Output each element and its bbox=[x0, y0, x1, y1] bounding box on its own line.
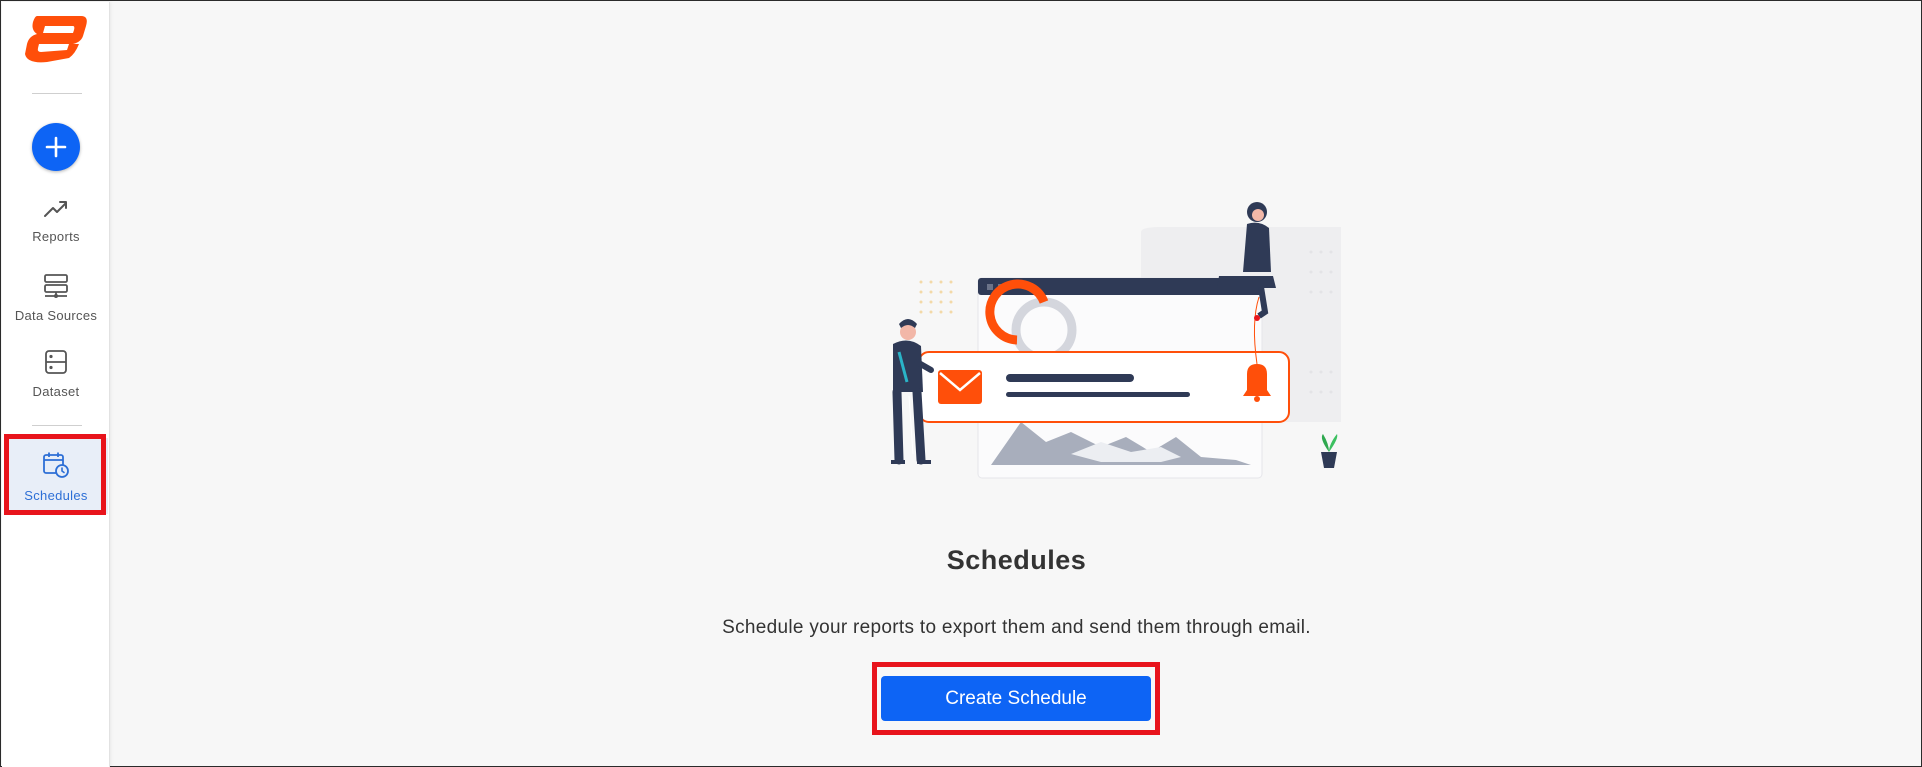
sidebar-item-label: Data Sources bbox=[14, 308, 98, 323]
create-schedule-button[interactable]: Create Schedule bbox=[881, 676, 1151, 721]
sidebar-item-label: Reports bbox=[32, 229, 80, 244]
sidebar-item-schedules[interactable]: Schedules bbox=[4, 438, 108, 514]
sidebar-divider bbox=[32, 425, 82, 426]
schedule-email-illustration bbox=[891, 202, 1341, 479]
dataset-icon bbox=[45, 350, 67, 374]
sidebar-item-dataset[interactable]: Dataset bbox=[4, 349, 108, 399]
trend-line-icon bbox=[44, 201, 67, 217]
app-window: Reports Data Sources Dataset Schedules S… bbox=[0, 0, 1922, 767]
plus-icon bbox=[45, 136, 67, 158]
page-title: Schedules bbox=[946, 545, 1087, 575]
sidebar: Reports Data Sources Dataset Schedules bbox=[2, 2, 110, 767]
add-button[interactable] bbox=[32, 123, 80, 171]
page-description: Schedule your reports to export them and… bbox=[722, 617, 1311, 638]
sidebar-item-label: Schedules bbox=[24, 488, 88, 503]
app-logo[interactable] bbox=[23, 14, 89, 64]
server-stack-icon bbox=[44, 274, 68, 298]
calendar-clock-icon bbox=[43, 452, 69, 478]
sidebar-item-reports[interactable]: Reports bbox=[4, 198, 108, 244]
sidebar-item-data-sources[interactable]: Data Sources bbox=[4, 273, 108, 323]
sidebar-item-label: Dataset bbox=[32, 384, 80, 399]
main-content: Schedules Schedule your reports to expor… bbox=[111, 2, 1922, 767]
sidebar-divider bbox=[32, 93, 82, 94]
